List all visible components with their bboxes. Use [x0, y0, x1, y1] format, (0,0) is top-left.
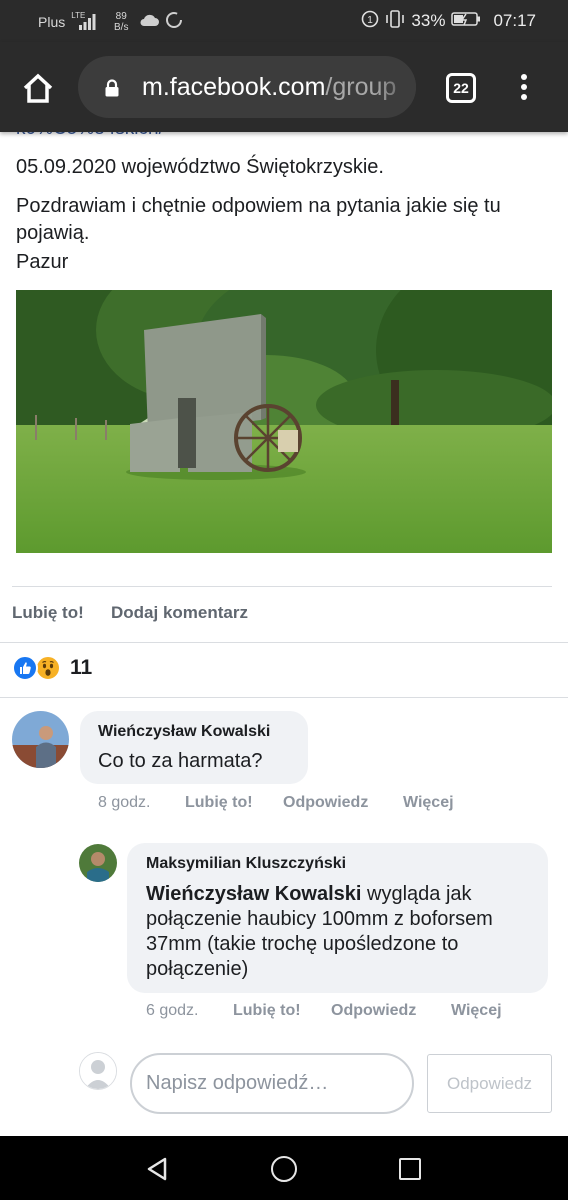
wow-reaction-icon — [35, 655, 61, 681]
comment-author[interactable]: Wieńczysław Kowalski — [98, 723, 270, 741]
reply-more-link[interactable]: Więcej — [451, 1002, 502, 1020]
status-right: 1 33% 07:17 — [361, 10, 536, 32]
battery-percent: 33% — [411, 11, 446, 30]
clock: 07:17 — [493, 11, 536, 30]
reaction-summary[interactable]: 11 — [12, 655, 92, 681]
tab-count: 22 — [453, 80, 469, 96]
page-content: k0%C5%84skich/ 05.09.2020 województwo Św… — [0, 132, 568, 1136]
user-avatar-placeholder — [79, 1052, 117, 1090]
vibrate-icon: 1 — [361, 10, 379, 32]
home-icon[interactable] — [18, 69, 58, 109]
comment-reply-link[interactable]: Odpowiedz — [283, 794, 368, 812]
post-date-line: 05.09.2020 województwo Świętokrzyskie. — [16, 156, 384, 178]
reply-mention[interactable]: Wieńczysław Kowalski — [146, 883, 361, 905]
menu-icon[interactable] — [512, 71, 536, 105]
browser-toolbar: m.facebook.com/group 22 — [0, 42, 568, 132]
nav-home-icon[interactable] — [271, 1156, 297, 1182]
status-left: Plus LTE 89 B/s — [38, 11, 183, 33]
speed-unit: B/s — [114, 22, 129, 33]
svg-text:1: 1 — [368, 15, 374, 26]
comment-text: Co to za harmata? — [98, 750, 263, 772]
reply-author[interactable]: Maksymilian Kluszczyński — [146, 855, 346, 873]
address-bar[interactable]: m.facebook.com/group — [78, 56, 416, 118]
lock-icon — [104, 79, 120, 97]
speed-value: 89 — [115, 11, 127, 22]
comment-like-link[interactable]: Lubię to! — [185, 794, 253, 812]
post-greeting: Pozdrawiam i chętnie odpowiem na pytania… — [16, 195, 501, 244]
reply-text: Wieńczysław Kowalski wygląda jak połącze… — [146, 882, 536, 982]
post-link-fragment[interactable]: k0%C5%84skich/ — [16, 132, 164, 140]
battery-icon — [451, 11, 481, 31]
reply-input[interactable] — [146, 1055, 396, 1112]
like-reaction-icon — [12, 655, 38, 681]
reply-time[interactable]: 6 godz. — [146, 1002, 198, 1020]
like-button[interactable]: Lubię to! — [12, 603, 84, 623]
sync-icon — [165, 11, 183, 33]
commenter-avatar[interactable] — [12, 711, 69, 768]
actions-divider — [0, 642, 568, 643]
reply-reply-link[interactable]: Odpowiedz — [331, 1002, 416, 1020]
add-comment-button[interactable]: Dodaj komentarz — [111, 603, 248, 623]
cloud-icon — [139, 13, 160, 31]
network-speed: 89 B/s — [109, 11, 133, 33]
reply-input-wrapper[interactable] — [130, 1053, 414, 1114]
signal-icon: LTE — [71, 11, 97, 30]
phone-vibrate-icon — [385, 10, 405, 32]
system-nav-bar — [0, 1136, 568, 1200]
tabs-icon[interactable]: 22 — [446, 73, 476, 103]
reactions-divider — [0, 697, 568, 698]
reply-submit-button[interactable]: Odpowiedz — [427, 1054, 552, 1113]
comment-more-link[interactable]: Więcej — [403, 794, 454, 812]
url-text[interactable]: m.facebook.com/group — [142, 73, 396, 102]
post-divider — [12, 586, 552, 587]
carrier-label: Plus — [38, 14, 66, 30]
post-signature: Pazur — [16, 251, 69, 273]
comment-time[interactable]: 8 godz. — [98, 794, 150, 812]
reaction-count: 11 — [70, 656, 93, 679]
status-bar: Plus LTE 89 B/s 1 33% 07:17 — [0, 0, 568, 42]
back-icon[interactable] — [144, 1156, 170, 1182]
recents-icon[interactable] — [399, 1158, 421, 1180]
url-host: m.facebook.com — [142, 73, 326, 101]
post-photo[interactable] — [16, 290, 552, 553]
url-fade — [376, 56, 416, 118]
replier-avatar[interactable] — [79, 844, 117, 882]
reply-like-link[interactable]: Lubię to! — [233, 1002, 301, 1020]
